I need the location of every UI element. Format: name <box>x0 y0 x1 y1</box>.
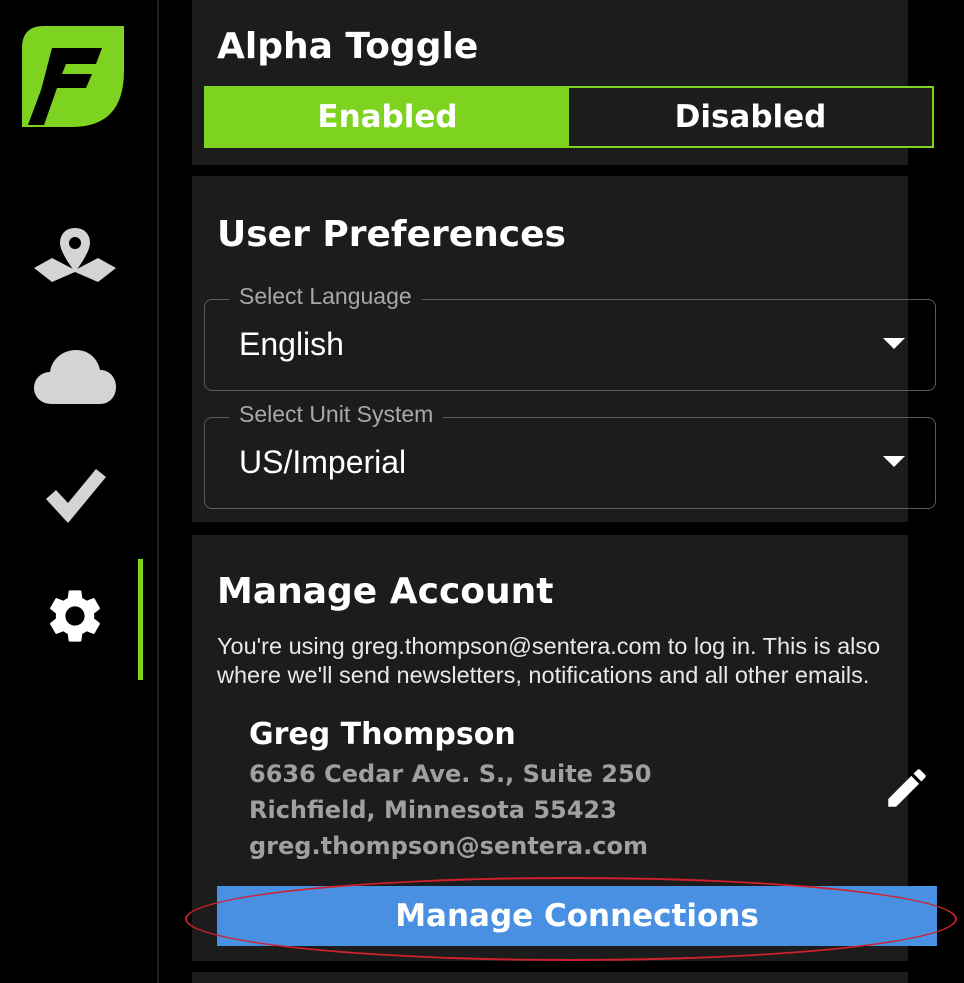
next-card-edge <box>192 972 908 983</box>
sidebar-item-map[interactable] <box>0 210 150 310</box>
gear-icon <box>43 584 107 652</box>
unit-system-select-value: US/Imperial <box>239 444 407 480</box>
active-nav-indicator <box>138 559 143 680</box>
alpha-toggle-switch: Enabled Disabled <box>204 86 934 148</box>
user-preferences-card: User Preferences Select Language English… <box>192 176 936 522</box>
sidebar-item-tasks[interactable] <box>0 448 150 548</box>
alpha-toggle-title: Alpha Toggle <box>217 26 479 67</box>
account-address-line1: 6636 Cedar Ave. S., Suite 250 <box>249 760 652 788</box>
account-email: greg.thompson@sentera.com <box>249 832 648 860</box>
language-select-label: Select Language <box>229 283 422 310</box>
cloud-icon <box>34 348 116 408</box>
unit-system-select[interactable]: Select Unit System US/Imperial <box>204 401 936 509</box>
pencil-icon <box>882 769 932 817</box>
manage-account-title: Manage Account <box>217 571 554 612</box>
language-select-value: English <box>239 326 344 362</box>
manage-connections-button[interactable]: Manage Connections <box>217 886 937 946</box>
checkmark-icon <box>44 465 106 531</box>
map-pin-icon <box>34 228 116 292</box>
sidebar-item-cloud[interactable] <box>0 328 150 428</box>
edit-account-button[interactable] <box>882 763 932 813</box>
settings-panel: Alpha Toggle Enabled Disabled User Prefe… <box>159 0 964 983</box>
unit-system-select-label: Select Unit System <box>229 401 444 428</box>
account-name: Greg Thompson <box>249 717 516 752</box>
account-description: You're using greg.thompson@sentera.com t… <box>217 633 881 688</box>
account-address-line2: Richfield, Minnesota 55423 <box>249 796 617 824</box>
toggle-enabled-option[interactable]: Enabled <box>206 88 569 146</box>
app-logo[interactable] <box>22 26 124 127</box>
sidebar-item-settings[interactable] <box>0 568 150 668</box>
user-preferences-title: User Preferences <box>217 214 566 255</box>
sidebar <box>0 0 157 983</box>
chevron-down-icon <box>883 338 905 349</box>
language-select[interactable]: Select Language English <box>204 283 936 391</box>
alpha-toggle-card: Alpha Toggle Enabled Disabled <box>192 0 934 165</box>
manage-account-card: Manage Account You're using greg.thompso… <box>192 535 937 961</box>
chevron-down-icon <box>883 456 905 467</box>
toggle-disabled-option[interactable]: Disabled <box>569 88 932 146</box>
